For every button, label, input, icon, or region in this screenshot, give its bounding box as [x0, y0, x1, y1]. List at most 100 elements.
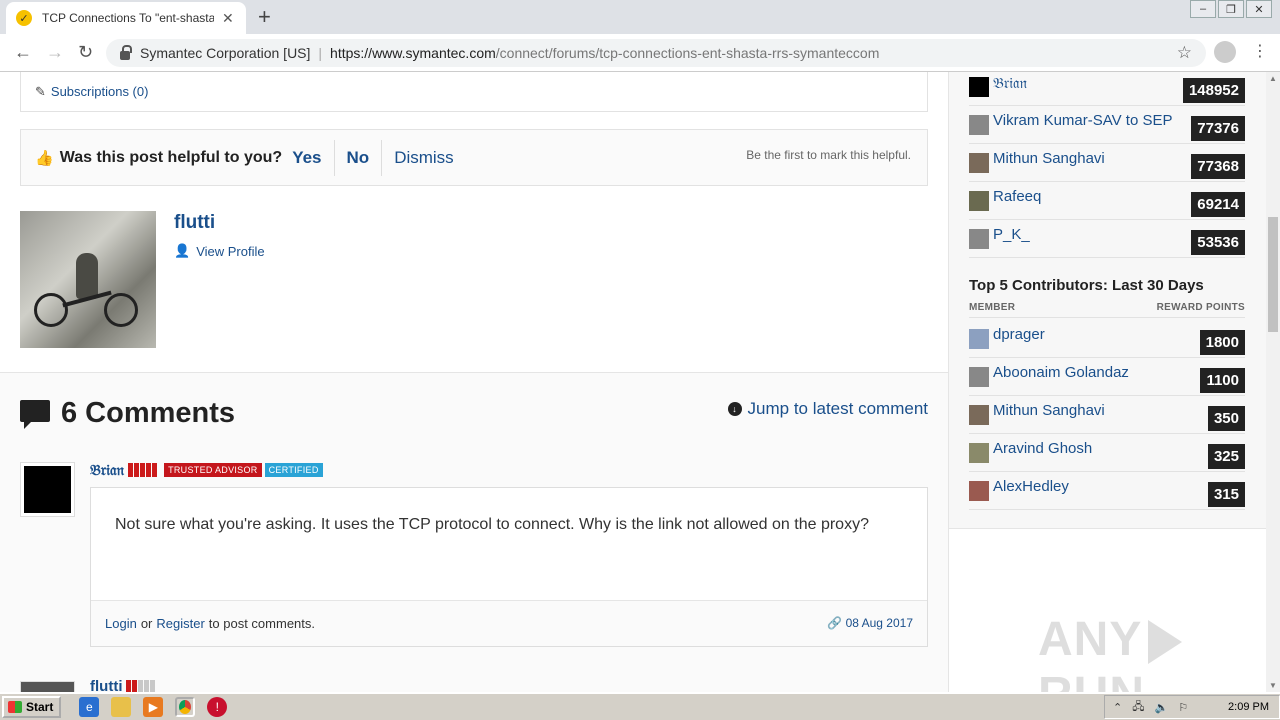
- certified-badge: CERTIFIED: [264, 463, 323, 477]
- ie-icon[interactable]: e: [79, 697, 100, 717]
- contributor-name[interactable]: Mithun Sanghavi: [993, 402, 1208, 419]
- address-bar[interactable]: Symantec Corporation [US] | https://www.…: [106, 39, 1206, 67]
- page-viewport: ✎ Subscriptions (0) 👍 Was this post help…: [0, 72, 1266, 692]
- clock[interactable]: 2:09 PM: [1228, 701, 1269, 713]
- url-separator: |: [318, 45, 323, 61]
- browser-menu-icon[interactable]: ⋮: [1252, 41, 1268, 61]
- rank-bars: [128, 463, 158, 477]
- restore-icon[interactable]: ❐: [1218, 0, 1244, 18]
- main-column: ✎ Subscriptions (0) 👍 Was this post help…: [0, 72, 948, 692]
- contributor-row[interactable]: dprager 1800: [969, 320, 1245, 358]
- page-scrollbar[interactable]: ▲ ▼: [1266, 72, 1280, 692]
- contributor-name[interactable]: dprager: [993, 326, 1200, 343]
- contributor-avatar: [969, 442, 989, 463]
- network-icon[interactable]: 🖧: [1132, 698, 1144, 717]
- comment-author-row: 𝔅𝔯𝔦𝔞𝔫 TRUSTED ADVISOR CERTIFIED: [90, 461, 323, 479]
- contributor-row[interactable]: Mithun Sanghavi 350: [969, 396, 1245, 434]
- contributor-row[interactable]: Aboonaim Golandaz 1100: [969, 358, 1245, 396]
- author-name-link[interactable]: flutti: [174, 212, 215, 234]
- comment-date[interactable]: 🔗 08 Aug 2017: [827, 616, 913, 630]
- scroll-up-icon[interactable]: ▲: [1269, 74, 1277, 83]
- leader-row[interactable]: 𝔅𝔯𝔦𝔞𝔫 148952: [969, 72, 1245, 106]
- rank-bars: [126, 679, 156, 692]
- helpful-yes-button[interactable]: Yes: [292, 140, 333, 176]
- url-host: https://www.symantec.com: [330, 45, 496, 61]
- leader-avatar: [969, 190, 989, 211]
- tab-close-icon[interactable]: ✕: [222, 10, 234, 27]
- register-link[interactable]: Register: [156, 616, 204, 631]
- leader-name[interactable]: Vikram Kumar-SAV to SEP: [993, 112, 1191, 129]
- jump-to-latest-label[interactable]: Jump to latest comment: [748, 399, 928, 419]
- browser-tabstrip: ✓ TCP Connections To "ent-shasta-rrs ✕ +…: [0, 0, 1280, 34]
- new-tab-button[interactable]: +: [258, 6, 271, 28]
- comment-author-link[interactable]: 𝔅𝔯𝔦𝔞𝔫: [90, 461, 124, 479]
- leader-row[interactable]: Vikram Kumar-SAV to SEP 77376: [969, 106, 1245, 144]
- tray-arrow-icon[interactable]: ⌃: [1113, 701, 1122, 714]
- browser-tab[interactable]: ✓ TCP Connections To "ent-shasta-rrs ✕: [6, 2, 246, 34]
- comment-avatar[interactable]: [20, 681, 75, 692]
- view-profile[interactable]: 👤 View Profile: [174, 243, 265, 259]
- reload-icon[interactable]: ↻: [78, 42, 93, 63]
- minimize-icon[interactable]: –: [1190, 0, 1216, 18]
- system-tray: ⌃ 🖧 🔈 ⚐ 2:09 PM: [1104, 695, 1280, 719]
- helpful-box: 👍 Was this post helpful to you? Yes No D…: [20, 129, 928, 186]
- view-profile-link[interactable]: View Profile: [196, 244, 264, 259]
- profile-avatar-icon[interactable]: [1214, 41, 1236, 63]
- contributor-points: 325: [1207, 444, 1245, 469]
- contributor-name[interactable]: AlexHedley: [993, 478, 1208, 495]
- leader-points: 77376: [1191, 116, 1245, 141]
- cert-org: Symantec Corporation [US]: [140, 45, 311, 61]
- flag-icon[interactable]: ⚐: [1178, 701, 1188, 714]
- bookmark-star-icon[interactable]: ☆: [1177, 43, 1192, 63]
- jump-to-latest[interactable]: ↓ Jump to latest comment: [727, 399, 928, 419]
- comment-bubble-icon: [20, 400, 50, 429]
- contributor-name[interactable]: Aboonaim Golandaz: [993, 364, 1200, 381]
- top5-title: Top 5 Contributors: Last 30 Days: [969, 277, 1204, 294]
- subscriptions-box: ✎ Subscriptions (0): [20, 72, 928, 112]
- play-icon: [1148, 620, 1183, 665]
- login-link[interactable]: Login: [105, 616, 137, 631]
- contributor-row[interactable]: AlexHedley 315: [969, 472, 1245, 510]
- comment-avatar[interactable]: [20, 462, 75, 517]
- photo-wheel-back: [34, 293, 68, 327]
- forward-icon[interactable]: →: [46, 42, 64, 63]
- stop-icon[interactable]: !: [207, 697, 228, 717]
- helpful-dismiss-button[interactable]: Dismiss: [381, 139, 466, 176]
- start-button[interactable]: Start: [2, 696, 62, 718]
- leader-points: 77368: [1191, 154, 1245, 179]
- comments-section: 6 Comments ↓ Jump to latest comment 𝔅𝔯𝔦𝔞…: [0, 373, 948, 692]
- contributor-avatar: [969, 404, 989, 425]
- lock-icon: [120, 44, 132, 60]
- watermark-left: ANY: [1038, 613, 1143, 666]
- volume-icon[interactable]: 🔈: [1154, 701, 1168, 714]
- tab-title: TCP Connections To "ent-shasta-rrs: [42, 11, 214, 25]
- permalink-icon: 🔗: [827, 616, 846, 630]
- contributor-points: 350: [1207, 406, 1245, 431]
- explorer-folder-icon[interactable]: [111, 697, 132, 717]
- leader-row[interactable]: Mithun Sanghavi 77368: [969, 144, 1245, 182]
- media-player-icon[interactable]: ▶: [143, 697, 164, 717]
- comment-box: Not sure what you're asking. It uses the…: [90, 487, 928, 647]
- leader-name[interactable]: Mithun Sanghavi: [993, 150, 1191, 167]
- leader-row[interactable]: Rafeeq 69214: [969, 182, 1245, 220]
- scroll-thumb[interactable]: [1268, 217, 1278, 332]
- start-label: Start: [26, 700, 54, 714]
- leader-row[interactable]: P_K_ 53536: [969, 220, 1245, 258]
- trusted-advisor-badge: TRUSTED ADVISOR: [164, 463, 262, 477]
- leader-name[interactable]: Rafeeq: [993, 188, 1191, 205]
- subscriptions-link[interactable]: Subscriptions (0): [51, 84, 149, 99]
- contributor-row[interactable]: Aravind Ghosh 325: [969, 434, 1245, 472]
- helpful-no-button[interactable]: No: [333, 139, 382, 176]
- close-window-icon[interactable]: ✕: [1246, 0, 1272, 18]
- col-points: REWARD POINTS: [1156, 302, 1245, 313]
- back-icon[interactable]: ←: [14, 42, 32, 63]
- contributor-name[interactable]: Aravind Ghosh: [993, 440, 1208, 457]
- leader-name[interactable]: 𝔅𝔯𝔦𝔞𝔫: [993, 74, 1183, 92]
- or-text: or: [140, 616, 153, 631]
- leader-name[interactable]: P_K_: [993, 226, 1191, 243]
- symantec-favicon-icon: ✓: [16, 10, 32, 26]
- author-photo[interactable]: [20, 211, 156, 348]
- chrome-icon[interactable]: [175, 697, 196, 717]
- helpful-question: Was this post helpful to you?: [59, 148, 283, 166]
- comment-author-link[interactable]: flutti: [90, 678, 122, 692]
